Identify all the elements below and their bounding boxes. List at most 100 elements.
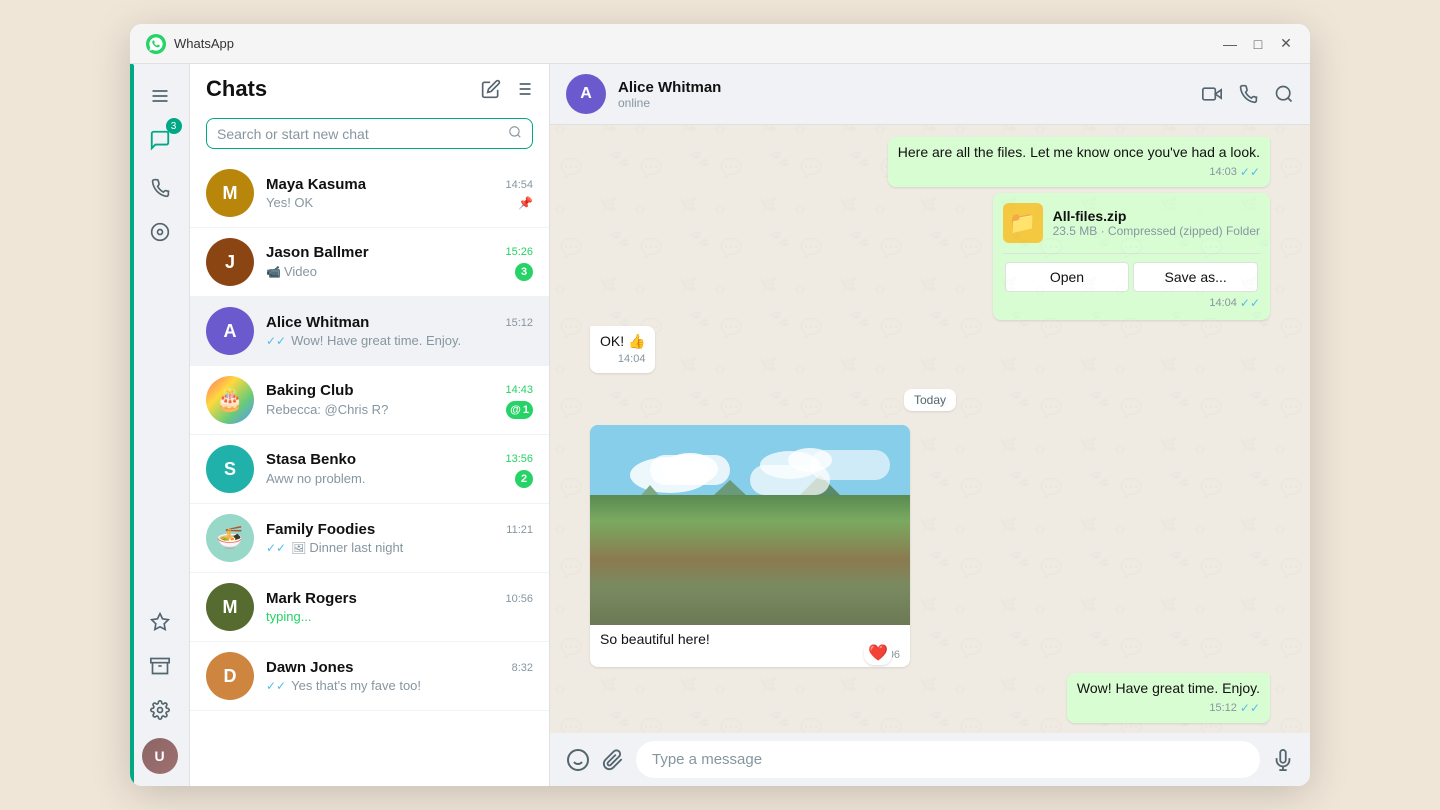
new-chat-button[interactable] — [481, 79, 501, 99]
chat-content-maya: Maya Kasuma 14:54 Yes! OK 📌 — [266, 176, 533, 210]
chat-content-family: Family Foodies 11:21 ✓✓ 🖼 Dinner last ni… — [266, 521, 533, 555]
chat-preview-maya: Yes! OK — [266, 195, 518, 210]
avatar-jason: J — [206, 238, 254, 286]
message-bubble-5: Wow! Have great time. Enjoy. 15:12 ✓✓ — [1067, 673, 1270, 723]
double-check-dawn: ✓✓ — [266, 679, 286, 693]
nav-settings-icon[interactable] — [140, 690, 180, 730]
file-open-button[interactable]: Open — [1005, 262, 1130, 292]
message-text-3: OK! 👍 — [600, 332, 645, 352]
chat-contact-name: Alice Whitman — [618, 79, 1190, 96]
nav-chats-wrap: 3 — [140, 120, 180, 164]
chat-bottom-family: ✓✓ 🖼 Dinner last night — [266, 540, 533, 555]
message-check-5: ✓✓ — [1240, 701, 1260, 715]
voice-message-button[interactable] — [1272, 749, 1294, 771]
message-meta-1: 14:03 ✓✓ — [898, 165, 1260, 179]
sidebar-title: Chats — [206, 76, 267, 102]
chat-header: A Alice Whitman online — [550, 64, 1310, 125]
chat-time-alice: 15:12 — [505, 317, 533, 329]
file-actions-2: Open Save as... — [1003, 253, 1260, 292]
chat-time-jason: 15:26 — [505, 246, 533, 258]
chat-item-maya[interactable]: M Maya Kasuma 14:54 Yes! OK 📌 — [190, 159, 549, 228]
message-text-1: Here are all the files. Let me know once… — [898, 143, 1260, 163]
chat-item-stasa[interactable]: S Stasa Benko 13:56 Aww no problem. 2 — [190, 435, 549, 504]
message-time-3: 14:04 — [618, 353, 646, 365]
message-row-3: OK! 👍 14:04 — [590, 326, 1270, 374]
minimize-button[interactable]: — — [1222, 36, 1238, 52]
chats-badge: 3 — [166, 118, 182, 134]
file-save-button[interactable]: Save as... — [1133, 262, 1258, 292]
chat-time-dawn: 8:32 — [512, 662, 533, 674]
image-meta-4: 15:06 — [590, 649, 910, 667]
message-text-5: Wow! Have great time. Enjoy. — [1077, 679, 1260, 699]
filter-button[interactable] — [513, 79, 533, 99]
nav-archived-icon[interactable] — [140, 646, 180, 686]
sidebar-header: Chats — [190, 64, 549, 114]
nav-user-avatar[interactable]: U — [142, 738, 178, 774]
file-zip-icon: 📁 — [1003, 203, 1043, 243]
chat-bottom-baking: Rebecca: @Chris R? @ 1 — [266, 401, 533, 419]
search-input[interactable] — [217, 126, 508, 142]
chat-item-jason[interactable]: J Jason Ballmer 15:26 📹 Video 3 — [190, 228, 549, 297]
chat-item-alice[interactable]: A Alice Whitman 15:12 ✓✓ Wow! Have great… — [190, 297, 549, 366]
chat-bottom-mark: typing... — [266, 609, 533, 624]
message-time-1: 14:03 — [1209, 166, 1237, 178]
titlebar-title: WhatsApp — [174, 36, 1222, 51]
chat-name-baking: Baking Club — [266, 382, 354, 399]
double-check-alice: ✓✓ — [266, 334, 286, 348]
unread-badge-jason: 3 — [515, 263, 533, 281]
nav-menu-icon[interactable] — [140, 76, 180, 116]
chat-top-mark: Mark Rogers 10:56 — [266, 590, 533, 607]
chat-preview-alice: ✓✓ Wow! Have great time. Enjoy. — [266, 333, 533, 348]
chat-bottom-alice: ✓✓ Wow! Have great time. Enjoy. — [266, 333, 533, 348]
message-input[interactable] — [636, 741, 1260, 778]
chat-header-avatar[interactable]: A — [566, 74, 606, 114]
chat-top-family: Family Foodies 11:21 — [266, 521, 533, 538]
message-time-5: 15:12 — [1209, 702, 1237, 714]
chat-item-family[interactable]: 🍜 Family Foodies 11:21 ✓✓ 🖼 Dinner last … — [190, 504, 549, 573]
image-reaction-4: ❤️ — [864, 641, 892, 665]
chat-top-baking: Baking Club 14:43 — [266, 382, 533, 399]
chat-time-stasa: 13:56 — [505, 453, 533, 465]
attach-button[interactable] — [602, 749, 624, 771]
chat-name-maya: Maya Kasuma — [266, 176, 366, 193]
file-check-2: ✓✓ — [1240, 296, 1260, 310]
chat-contact-status: online — [618, 96, 1190, 110]
chat-content-mark: Mark Rogers 10:56 typing... — [266, 590, 533, 624]
chat-name-family: Family Foodies — [266, 521, 375, 538]
search-button[interactable] — [1274, 84, 1294, 104]
main-layout: 3 — [130, 64, 1310, 786]
chat-preview-family: ✓✓ 🖼 Dinner last night — [266, 540, 533, 555]
message-input-area — [550, 733, 1310, 786]
image-caption-4: So beautiful here! — [590, 625, 910, 649]
sidebar-actions — [481, 79, 533, 99]
date-divider-text: Today — [904, 389, 956, 411]
mountain-image — [590, 425, 910, 625]
chat-header-info: Alice Whitman online — [618, 79, 1190, 110]
message-row-5: Wow! Have great time. Enjoy. 15:12 ✓✓ — [590, 673, 1270, 723]
chat-top-stasa: Stasa Benko 13:56 — [266, 451, 533, 468]
message-row-2: 📁 All-files.zip 23.5 MB · Compressed (zi… — [590, 193, 1270, 320]
chat-content-dawn: Dawn Jones 8:32 ✓✓ Yes that's my fave to… — [266, 659, 533, 693]
nav-status-icon[interactable] — [140, 212, 180, 252]
chat-item-mark[interactable]: M Mark Rogers 10:56 typing... — [190, 573, 549, 642]
close-button[interactable]: ✕ — [1278, 36, 1294, 52]
chat-name-alice: Alice Whitman — [266, 314, 369, 331]
message-row-4: So beautiful here! 15:06 ❤️ — [590, 425, 1270, 667]
sidebar: Chats — [190, 64, 550, 786]
chat-name-stasa: Stasa Benko — [266, 451, 356, 468]
emoji-button[interactable] — [566, 748, 590, 772]
voice-call-button[interactable] — [1238, 84, 1258, 104]
chat-preview-stasa: Aww no problem. — [266, 471, 515, 486]
chat-item-baking[interactable]: 🎂 Baking Club 14:43 Rebecca: @Chris R? @ — [190, 366, 549, 435]
chat-bottom-jason: 📹 Video 3 — [266, 263, 533, 281]
chat-name-dawn: Dawn Jones — [266, 659, 354, 676]
video-call-button[interactable] — [1202, 84, 1222, 104]
avatar-alice: A — [206, 307, 254, 355]
nav-starred-icon[interactable] — [140, 602, 180, 642]
chat-preview-jason: 📹 Video — [266, 264, 515, 279]
chat-content-alice: Alice Whitman 15:12 ✓✓ Wow! Have great t… — [266, 314, 533, 348]
maximize-button[interactable]: □ — [1250, 36, 1266, 52]
nav-calls-icon[interactable] — [140, 168, 180, 208]
chat-item-dawn[interactable]: D Dawn Jones 8:32 ✓✓ Yes that's my fave … — [190, 642, 549, 711]
chat-panel: 💬 🌿 ✿ 🐾 A Alice Whitman online — [550, 64, 1310, 786]
